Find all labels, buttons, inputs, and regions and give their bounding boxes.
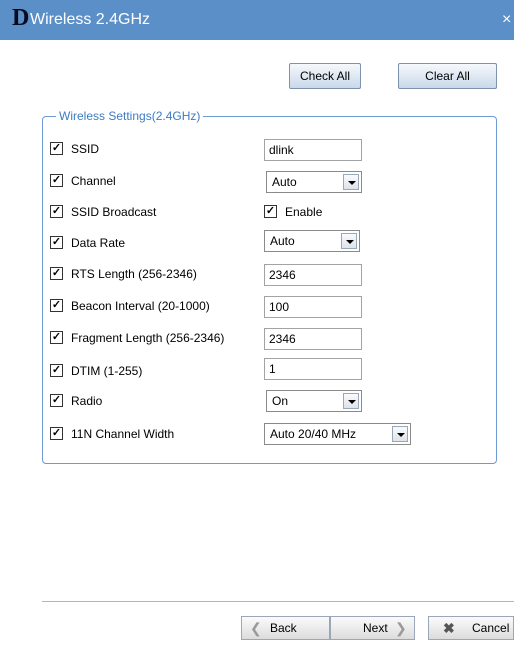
beacon-interval-label: Beacon Interval (20-1000) bbox=[71, 299, 210, 313]
radio-checkbox[interactable] bbox=[50, 394, 63, 407]
beacon-interval-input[interactable] bbox=[264, 296, 362, 318]
radio-select-value: On bbox=[272, 394, 289, 408]
beacon-interval-row[interactable]: Beacon Interval (20-1000) bbox=[50, 298, 210, 314]
chevron-down-icon[interactable] bbox=[392, 426, 408, 442]
fragment-length-input[interactable] bbox=[264, 328, 362, 350]
next-arrow-icon: ❯ bbox=[395, 620, 407, 636]
ssid-input[interactable] bbox=[264, 139, 362, 161]
beacon-interval-checkbox[interactable] bbox=[50, 299, 63, 312]
title-bar: D Wireless 2.4GHz × bbox=[0, 0, 514, 40]
chevron-down-icon[interactable] bbox=[341, 233, 357, 249]
channel-width-label: 11N Channel Width bbox=[71, 427, 175, 441]
channel-row[interactable]: Channel bbox=[50, 173, 116, 189]
ssid-broadcast-row[interactable]: SSID Broadcast bbox=[50, 204, 156, 220]
enable-label: Enable bbox=[285, 205, 323, 219]
rts-length-label: RTS Length (256-2346) bbox=[71, 267, 197, 281]
dlink-logo: D bbox=[12, 5, 30, 31]
radio-row[interactable]: Radio bbox=[50, 393, 102, 409]
fragment-length-label: Fragment Length (256-2346) bbox=[71, 331, 225, 345]
enable-checkbox[interactable] bbox=[264, 205, 277, 218]
radio-label: Radio bbox=[71, 394, 103, 408]
ssid-broadcast-label: SSID Broadcast bbox=[71, 205, 157, 219]
dtim-label: DTIM (1-255) bbox=[71, 364, 143, 378]
back-button[interactable]: ❮ Back bbox=[241, 616, 330, 640]
dtim-row[interactable]: DTIM (1-255) bbox=[50, 363, 142, 379]
channel-label: Channel bbox=[71, 174, 116, 188]
channel-select-value: Auto bbox=[272, 175, 297, 189]
enable-option[interactable]: Enable bbox=[264, 204, 322, 220]
data-rate-label: Data Rate bbox=[71, 236, 126, 250]
channel-width-checkbox[interactable] bbox=[50, 427, 63, 440]
channel-checkbox[interactable] bbox=[50, 174, 63, 187]
chevron-down-icon[interactable] bbox=[343, 174, 359, 190]
close-icon[interactable]: × bbox=[502, 10, 511, 30]
fragment-length-row[interactable]: Fragment Length (256-2346) bbox=[50, 330, 224, 346]
rts-length-row[interactable]: RTS Length (256-2346) bbox=[50, 266, 197, 282]
channel-width-select-value: Auto 20/40 MHz bbox=[270, 427, 357, 441]
chevron-down-icon[interactable] bbox=[343, 393, 359, 409]
fragment-length-checkbox[interactable] bbox=[50, 331, 63, 344]
rts-length-input[interactable] bbox=[264, 264, 362, 286]
channel-select[interactable]: Auto bbox=[266, 171, 362, 193]
data-rate-row[interactable]: Data Rate bbox=[50, 235, 125, 251]
group-legend: Wireless Settings(2.4GHz) bbox=[56, 108, 204, 124]
channel-width-row[interactable]: 11N Channel Width bbox=[50, 426, 174, 442]
clear-all-button[interactable]: Clear All bbox=[398, 63, 497, 89]
window-title: Wireless 2.4GHz bbox=[30, 11, 151, 28]
cancel-button[interactable]: ✖ Cancel bbox=[428, 616, 514, 640]
footer-divider bbox=[42, 601, 514, 602]
cancel-x-icon: ✖ bbox=[443, 620, 455, 636]
radio-select[interactable]: On bbox=[266, 390, 362, 412]
back-arrow-icon: ❮ bbox=[250, 620, 262, 636]
back-label: Back bbox=[270, 621, 297, 635]
dtim-input[interactable] bbox=[264, 358, 362, 380]
cancel-label: Cancel bbox=[472, 621, 510, 635]
data-rate-select-value: Auto bbox=[270, 234, 295, 248]
ssid-label: SSID bbox=[71, 142, 100, 156]
channel-width-select[interactable]: Auto 20/40 MHz bbox=[264, 423, 411, 445]
next-label: Next bbox=[363, 621, 388, 635]
dtim-checkbox[interactable] bbox=[50, 364, 63, 377]
ssid-broadcast-checkbox[interactable] bbox=[50, 205, 63, 218]
next-button[interactable]: Next ❯ bbox=[330, 616, 415, 640]
check-all-button[interactable]: Check All bbox=[289, 63, 361, 89]
data-rate-select[interactable]: Auto bbox=[264, 230, 360, 252]
ssid-checkbox[interactable] bbox=[50, 142, 63, 155]
ssid-row[interactable]: SSID bbox=[50, 141, 99, 157]
data-rate-checkbox[interactable] bbox=[50, 236, 63, 249]
rts-length-checkbox[interactable] bbox=[50, 267, 63, 280]
